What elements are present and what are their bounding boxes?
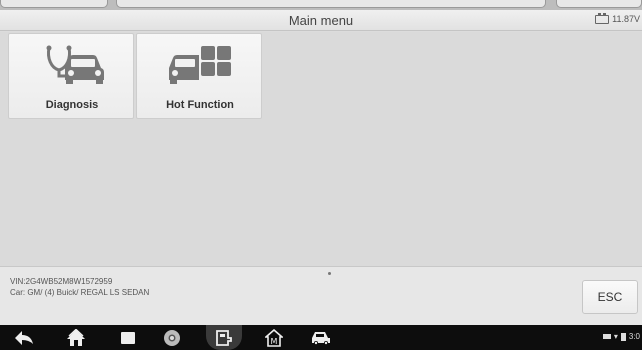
- clock-text: 3:0: [628, 332, 640, 341]
- battery-voltage: 11.87V: [612, 14, 640, 24]
- hot-function-label: Hot Function: [166, 99, 234, 111]
- battery-icon: [595, 12, 610, 24]
- hot-function-tile[interactable]: Hot Function: [136, 33, 262, 119]
- vehicle-button[interactable]: [308, 325, 334, 350]
- recent-apps-button[interactable]: [116, 325, 140, 350]
- top-tab[interactable]: [116, 0, 546, 8]
- car-grid-icon: [137, 44, 263, 84]
- system-status: ▾ 3:0: [602, 332, 640, 341]
- vin-text: VIN:2G4WB52M8W1572959: [10, 277, 113, 286]
- vehicle-info: VIN:2G4WB52M8W1572959 Car: GM/ (4) Buick…: [10, 276, 149, 298]
- app-home-button[interactable]: M: [262, 325, 286, 350]
- title-bar: Main menu 11.87V: [0, 10, 642, 31]
- vehicle-info-bar: VIN:2G4WB52M8W1572959 Car: GM/ (4) Buick…: [0, 266, 642, 325]
- top-tab-strip: [0, 0, 642, 10]
- back-icon: [15, 330, 33, 345]
- android-navigation-bar: M ▾ 3:0: [0, 325, 642, 350]
- car-icon: [312, 331, 330, 345]
- top-tab[interactable]: [0, 0, 108, 8]
- browser-button[interactable]: [160, 325, 184, 350]
- car-text: Car: GM/ (4) Buick/ REGAL LS SEDAN: [10, 288, 150, 297]
- browser-icon: [164, 329, 180, 346]
- car-stethoscope-icon: [9, 44, 135, 84]
- vci-connect-button[interactable]: [206, 325, 242, 350]
- menu-area: Diagnosis Hot Function: [0, 32, 642, 266]
- back-button[interactable]: [12, 325, 36, 350]
- top-tab[interactable]: [556, 0, 642, 8]
- notification-icon: [602, 334, 611, 339]
- page-indicator-dot: [328, 272, 331, 275]
- diagnosis-label: Diagnosis: [45, 99, 99, 111]
- home-button[interactable]: [64, 325, 88, 350]
- recent-apps-icon: [121, 331, 135, 344]
- battery-status: 11.87V: [595, 12, 640, 24]
- battery-icon: [620, 332, 626, 341]
- page-title: Main menu: [288, 13, 354, 28]
- svg-text:M: M: [271, 337, 278, 346]
- esc-button[interactable]: ESC: [582, 280, 638, 314]
- connect-icon: [216, 329, 232, 346]
- app-home-icon: M: [265, 328, 283, 347]
- home-icon: [67, 328, 85, 346]
- wifi-icon: ▾: [613, 332, 618, 341]
- diagnosis-tile[interactable]: Diagnosis: [8, 33, 134, 119]
